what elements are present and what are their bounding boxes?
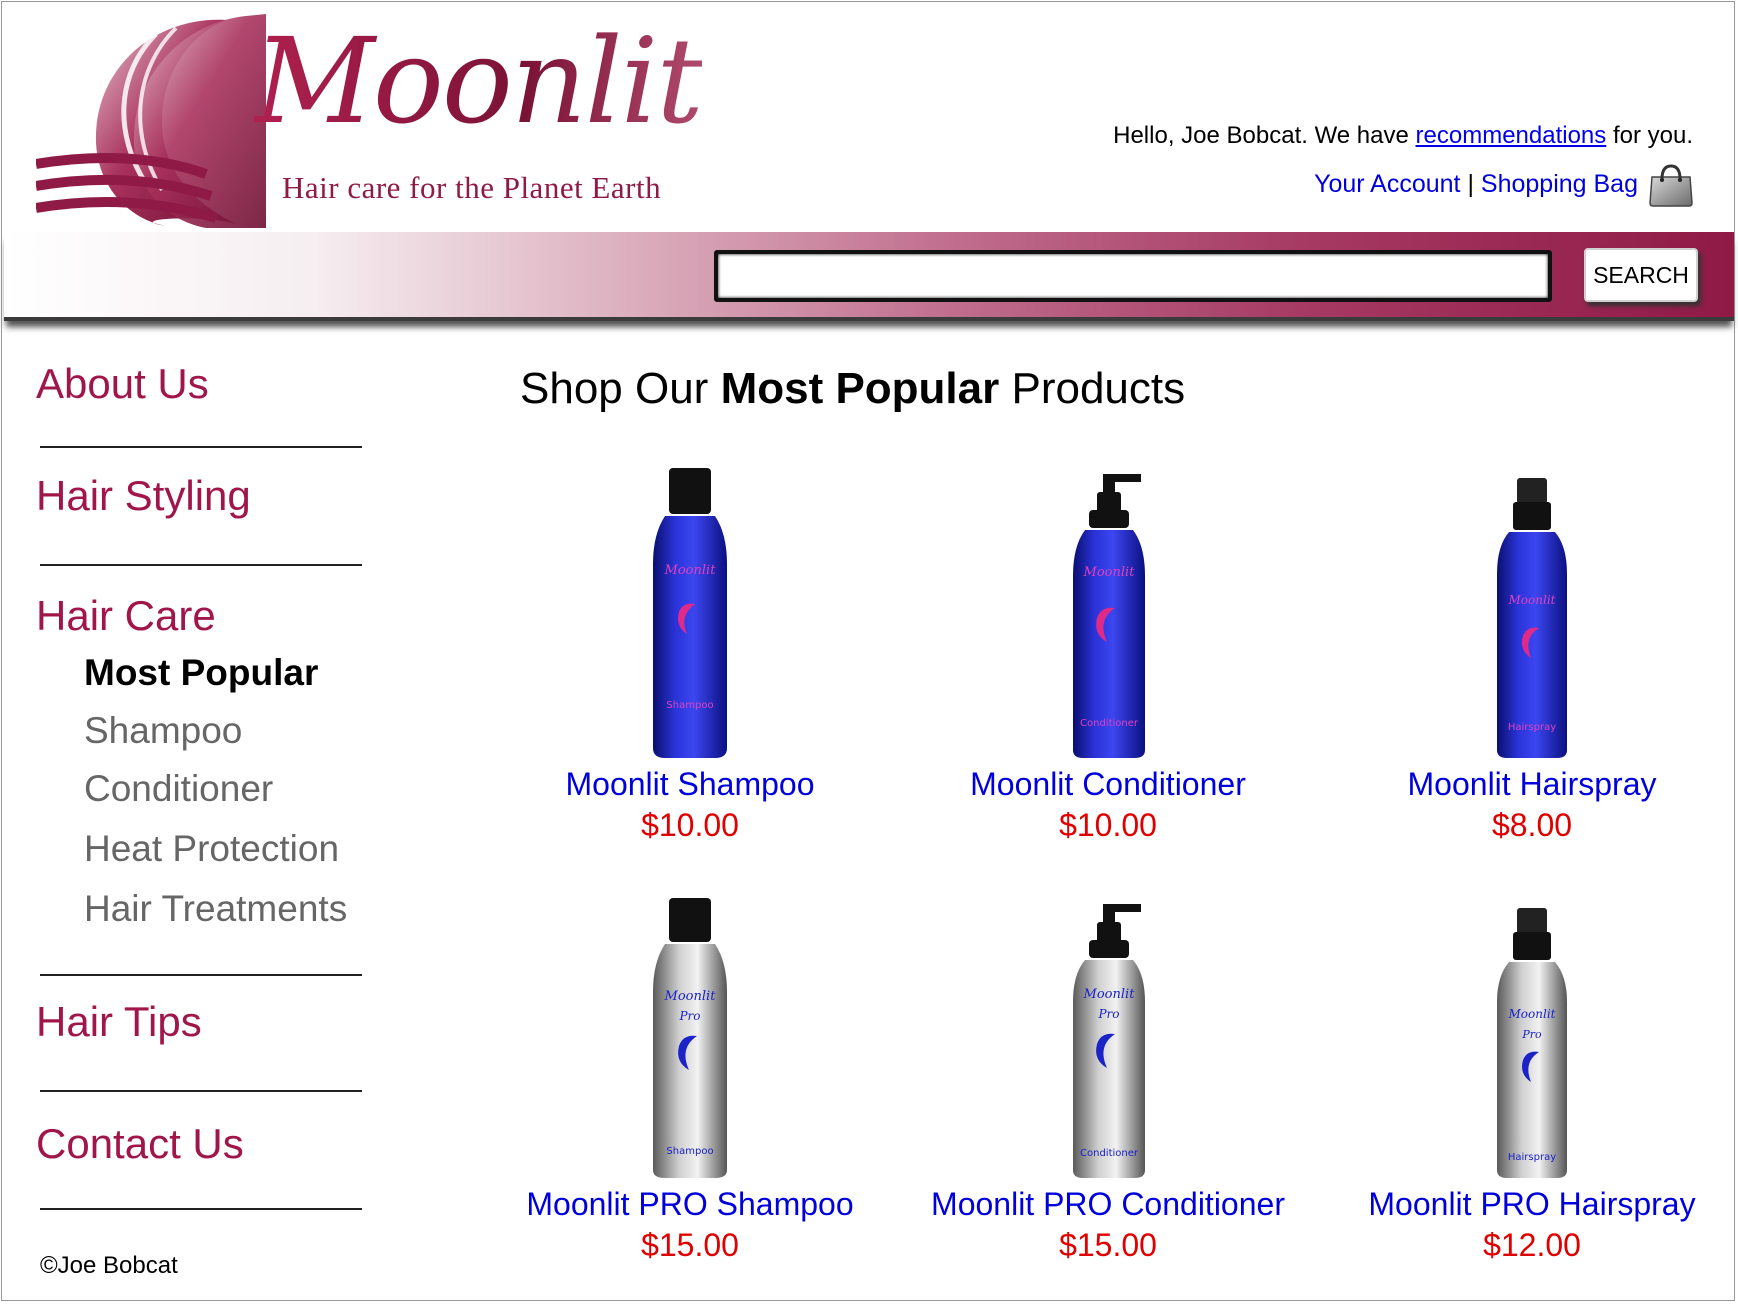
shopping-bag-icon[interactable] xyxy=(1648,163,1694,207)
page-title-suffix: Products xyxy=(999,364,1186,413)
account-links: Your Account | Shopping Bag xyxy=(1314,170,1638,199)
bottle-pro-text: Pro xyxy=(678,1009,700,1023)
sidebar-subitem-conditioner[interactable]: Conditioner xyxy=(84,768,273,810)
product-name-link[interactable]: Moonlit Hairspray xyxy=(1322,766,1738,803)
bottle-label-text: Shampoo xyxy=(666,1146,713,1157)
bottle-logo-text: Moonlit xyxy=(1083,565,1136,580)
bottle-logo-text: Moonlit xyxy=(1508,593,1556,607)
sidebar-divider xyxy=(40,1090,362,1092)
sidebar-divider xyxy=(40,446,362,448)
conditioner-bottle-image[interactable]: Moonlit Conditioner xyxy=(1053,470,1163,760)
bottle-label-text: Conditioner xyxy=(1080,1148,1139,1159)
page-title: Shop Our Most Popular Products xyxy=(520,364,1185,414)
greeting-text: Hello, Joe Bobcat. We have recommendatio… xyxy=(1113,122,1693,150)
sidebar-item-about-us[interactable]: About Us xyxy=(36,360,209,408)
product-card[interactable]: Moonlit Hairspray Moonlit Hairspray $8.0… xyxy=(1322,474,1738,844)
sidebar-divider xyxy=(40,1208,362,1210)
sidebar-item-hair-tips[interactable]: Hair Tips xyxy=(36,998,202,1046)
product-name-link[interactable]: Moonlit PRO Hairspray xyxy=(1322,1186,1738,1223)
copyright-text: ©Joe Bobcat xyxy=(40,1252,178,1279)
recommendations-link[interactable]: recommendations xyxy=(1416,122,1607,149)
bottle-label-text: Conditioner xyxy=(1080,718,1139,729)
greeting-prefix: Hello, Joe Bobcat. We have xyxy=(1113,122,1416,149)
product-card[interactable]: Moonlit Pro Hairspray Moonlit PRO Hairsp… xyxy=(1322,904,1738,1264)
product-card[interactable]: Moonlit Pro Shampoo Moonlit PRO Shampoo … xyxy=(480,894,900,1264)
brand-tagline: Hair care for the Planet Earth xyxy=(282,170,662,205)
product-price: $15.00 xyxy=(1059,1227,1157,1263)
bottle-pro-text: Pro xyxy=(1097,1007,1119,1021)
bottle-pro-text: Pro xyxy=(1521,1028,1542,1041)
search-button[interactable]: SEARCH xyxy=(1584,248,1698,302)
product-price: $8.00 xyxy=(1491,807,1573,843)
product-card[interactable]: Moonlit Pro Conditioner Moonlit PRO Cond… xyxy=(898,900,1318,1264)
shampoo-bottle-image[interactable]: Moonlit Shampoo xyxy=(635,464,745,760)
sidebar-subitem-most-popular[interactable]: Most Popular xyxy=(84,652,318,694)
pro-conditioner-bottle-image[interactable]: Moonlit Pro Conditioner xyxy=(1053,900,1163,1180)
product-name-link[interactable]: Moonlit PRO Shampoo xyxy=(480,1186,900,1223)
pro-shampoo-bottle-image[interactable]: Moonlit Pro Shampoo xyxy=(635,894,745,1180)
product-price: $15.00 xyxy=(641,1227,739,1263)
bottle-label-text: Hairspray xyxy=(1508,722,1556,733)
sidebar-item-hair-styling[interactable]: Hair Styling xyxy=(36,472,251,520)
bottle-logo-text: Moonlit xyxy=(1508,1007,1556,1021)
hairspray-bottle-image[interactable]: Moonlit Hairspray xyxy=(1477,474,1587,760)
sidebar-subitem-shampoo[interactable]: Shampoo xyxy=(84,710,242,752)
pro-hairspray-bottle-image[interactable]: Moonlit Pro Hairspray xyxy=(1477,904,1587,1180)
greeting-suffix: for you. xyxy=(1606,122,1693,149)
bottle-label-text: Hairspray xyxy=(1508,1152,1556,1163)
bottle-logo-text: Moonlit xyxy=(664,563,717,578)
crescent-moon-logo-icon[interactable] xyxy=(36,14,266,228)
product-card[interactable]: Moonlit Shampoo Moonlit Shampoo $10.00 xyxy=(480,464,900,844)
product-price: $10.00 xyxy=(641,807,739,843)
product-price: $10.00 xyxy=(1059,807,1157,843)
page-title-bold: Most Popular xyxy=(720,364,1000,413)
sidebar-item-contact-us[interactable]: Contact Us xyxy=(36,1120,244,1168)
sidebar-divider xyxy=(40,564,362,566)
sidebar-divider xyxy=(40,974,362,976)
sidebar-item-hair-care[interactable]: Hair Care xyxy=(36,592,216,640)
your-account-link[interactable]: Your Account xyxy=(1314,170,1460,198)
bottle-logo-text: Moonlit xyxy=(664,989,717,1004)
bottle-logo-text: Moonlit xyxy=(1083,987,1136,1002)
link-separator: | xyxy=(1467,170,1474,198)
product-name-link[interactable]: Moonlit PRO Conditioner xyxy=(898,1186,1318,1223)
sidebar-subitem-heat-protection[interactable]: Heat Protection xyxy=(84,828,339,870)
page-title-prefix: Shop Our xyxy=(520,364,721,413)
bottle-label-text: Shampoo xyxy=(666,700,713,711)
shopping-bag-link[interactable]: Shopping Bag xyxy=(1481,170,1638,198)
product-card[interactable]: Moonlit Conditioner Moonlit Conditioner … xyxy=(898,470,1318,844)
search-input[interactable] xyxy=(714,250,1552,302)
product-name-link[interactable]: Moonlit Shampoo xyxy=(480,766,900,803)
brand-logo-text[interactable]: Moonlit xyxy=(254,22,704,140)
product-price: $12.00 xyxy=(1483,1227,1581,1263)
sidebar-subitem-hair-treatments[interactable]: Hair Treatments xyxy=(84,888,347,930)
product-name-link[interactable]: Moonlit Conditioner xyxy=(898,766,1318,803)
